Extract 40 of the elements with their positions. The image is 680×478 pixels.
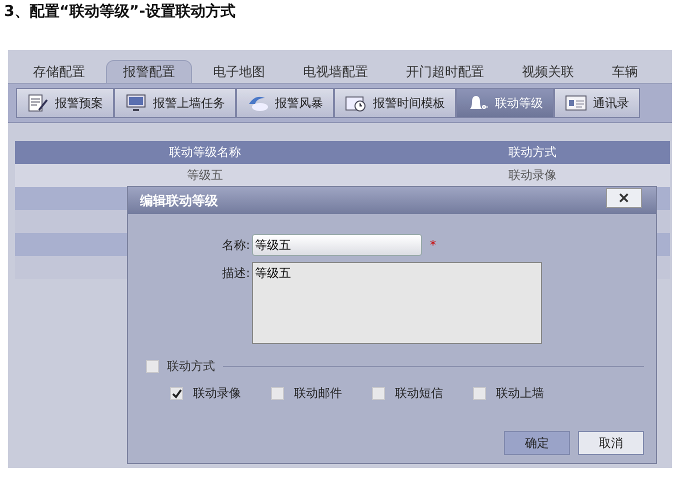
bell-icon xyxy=(467,94,489,112)
tab[interactable]: 电子地图 xyxy=(196,60,282,83)
toolbar-button[interactable]: 报警上墙任务 xyxy=(114,88,236,118)
calendar-clock-icon xyxy=(345,94,367,112)
checkbox-label: 联动短信 xyxy=(395,385,443,402)
document-pen-icon xyxy=(27,94,49,112)
checkbox-label: 联动邮件 xyxy=(294,385,342,402)
monitor-icon xyxy=(125,94,147,112)
tab[interactable]: 电视墙配置 xyxy=(286,60,385,83)
group-label: 联动方式 xyxy=(167,358,215,375)
name-field[interactable]: 等级五 xyxy=(252,234,422,256)
table-cell-text: 联动录像 xyxy=(508,167,558,184)
table-cell-text: 等级五 xyxy=(186,167,224,184)
description-field[interactable]: 等级五 xyxy=(252,262,542,344)
close-button[interactable]: ✕ xyxy=(606,188,642,208)
dialog-title: 编辑联动等级 xyxy=(140,192,218,210)
tab[interactable]: 报警配置 xyxy=(106,60,192,83)
wave-icon xyxy=(247,94,269,112)
required-mark: * xyxy=(430,237,436,254)
tab[interactable]: 车辆 xyxy=(595,60,655,83)
checkbox[interactable] xyxy=(170,387,183,400)
tab[interactable]: 存储配置 xyxy=(16,60,102,83)
tab[interactable]: 开门超时配置 xyxy=(389,60,501,83)
address-book-icon xyxy=(565,94,587,112)
field-label: 名称: xyxy=(220,237,250,254)
checkbox-label: 联动上墙 xyxy=(496,385,544,402)
field-label: 描述: xyxy=(220,265,250,282)
checkbox-label: 联动录像 xyxy=(193,385,241,402)
dialog-button[interactable]: 取消 xyxy=(578,431,644,455)
tab[interactable]: 视频关联 xyxy=(505,60,591,83)
section-heading: 3、配置“联动等级”-设置联动方式 xyxy=(3,1,236,22)
toolbar-button[interactable]: 报警预案 xyxy=(16,88,114,118)
toolbar-button[interactable]: 联动等级 xyxy=(456,88,554,118)
column-header: 联动方式 xyxy=(508,144,558,161)
toolbar-button[interactable]: 报警风暴 xyxy=(236,88,334,118)
dialog-button[interactable]: 确定 xyxy=(504,431,570,455)
column-header: 联动等级名称 xyxy=(168,144,242,161)
toolbar-button[interactable]: 报警时间模板 xyxy=(334,88,456,118)
table-row[interactable]: 等级五 联动录像 xyxy=(15,164,670,187)
toolbar-button[interactable]: 通讯录 xyxy=(554,88,640,118)
